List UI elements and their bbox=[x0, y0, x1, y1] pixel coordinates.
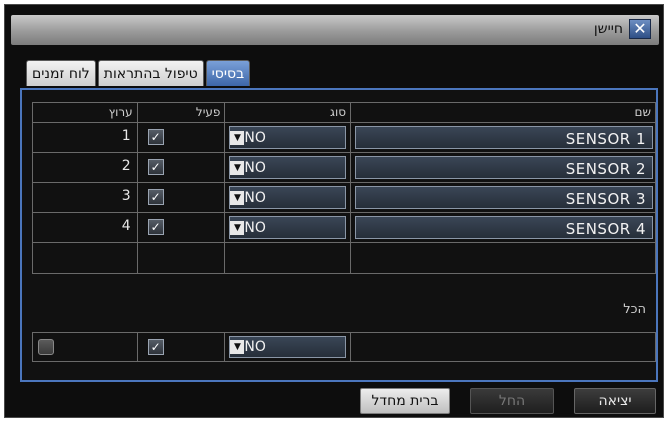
all-type-value: NO bbox=[244, 339, 266, 355]
active-checkbox[interactable]: ✓ bbox=[147, 189, 164, 205]
tab-basic[interactable]: בסיסי bbox=[205, 60, 251, 86]
header-alarm: ערוץ bbox=[108, 105, 133, 119]
tab-bar: בסיסי טיפול בהתראות לוח זמנים bbox=[24, 60, 251, 88]
header-name: שם bbox=[350, 103, 655, 122]
chevron-down-icon: ▼ bbox=[230, 160, 245, 175]
alarm-number: 1 bbox=[121, 128, 131, 144]
title-bar: חיישן ✕ bbox=[11, 15, 659, 45]
alarm-number: 4 bbox=[121, 218, 131, 234]
sensor-name-input[interactable]: SENSOR 4 bbox=[354, 216, 653, 239]
active-checkbox[interactable]: ✓ bbox=[147, 129, 164, 145]
alarm-number: 2 bbox=[121, 158, 131, 174]
sensor-type-value: NO bbox=[244, 129, 266, 146]
active-checkbox[interactable]: ✓ bbox=[147, 159, 164, 175]
default-button[interactable]: ברית מחדל bbox=[360, 388, 450, 414]
header-active: פעיל bbox=[136, 103, 225, 122]
alarm-number: 3 bbox=[121, 188, 131, 204]
all-alarm-checkbox[interactable] bbox=[38, 339, 54, 355]
table-header: שם סוג פעיל ערוץ bbox=[33, 103, 655, 123]
table-row: SENSOR 4 NO ▼ ✓ 4 bbox=[33, 213, 655, 243]
sensor-type-value: NO bbox=[244, 159, 266, 176]
active-checkbox[interactable]: ✓ bbox=[147, 219, 164, 235]
sensor-type-value: NO bbox=[244, 219, 266, 236]
chevron-down-icon: ▼ bbox=[230, 130, 245, 145]
exit-button[interactable]: יציאה bbox=[574, 388, 656, 414]
sensor-type-value: NO bbox=[244, 189, 266, 206]
sensor-type-select[interactable]: NO ▼ bbox=[229, 216, 346, 239]
table-row: SENSOR 1 NO ▼ ✓ 1 bbox=[33, 123, 655, 153]
tab-schedule[interactable]: לוח זמנים bbox=[26, 60, 96, 86]
sensor-name-input[interactable]: SENSOR 2 bbox=[354, 156, 653, 179]
chevron-down-icon: ▼ bbox=[230, 190, 245, 205]
table-row: SENSOR 3 NO ▼ ✓ 3 bbox=[33, 183, 655, 213]
sensor-name-input[interactable]: SENSOR 3 bbox=[354, 186, 653, 209]
chevron-down-icon: ▼ bbox=[230, 220, 245, 235]
table-row: SENSOR 2 NO ▼ ✓ 2 bbox=[33, 153, 655, 183]
tab-panel: שם סוג פעיל ערוץ SENSOR 1 NO ▼ ✓ 1 SENSOR… bbox=[20, 88, 658, 382]
all-row: NO ▼ ✓ bbox=[32, 332, 656, 362]
sensor-name-input[interactable]: SENSOR 1 bbox=[354, 126, 653, 149]
sensor-type-select[interactable]: NO ▼ bbox=[229, 126, 346, 149]
table-row-empty bbox=[33, 243, 655, 273]
tab-alarm-handling[interactable]: טיפול בהתראות bbox=[97, 60, 204, 86]
all-row-cells: NO ▼ ✓ bbox=[33, 333, 655, 361]
chevron-down-icon: ▼ bbox=[230, 340, 245, 354]
all-type-select[interactable]: NO ▼ bbox=[229, 336, 346, 358]
window-title: חיישן bbox=[593, 21, 623, 37]
all-active-checkbox[interactable]: ✓ bbox=[147, 339, 164, 355]
sensor-type-select[interactable]: NO ▼ bbox=[229, 156, 346, 179]
apply-button[interactable]: החל bbox=[470, 388, 554, 414]
sensor-type-select[interactable]: NO ▼ bbox=[229, 186, 346, 209]
header-type: סוג bbox=[224, 103, 350, 122]
all-label: הכל bbox=[623, 302, 646, 317]
sensor-table: שם סוג פעיל ערוץ SENSOR 1 NO ▼ ✓ 1 SENSOR… bbox=[32, 102, 656, 274]
close-icon[interactable]: ✕ bbox=[629, 19, 651, 39]
